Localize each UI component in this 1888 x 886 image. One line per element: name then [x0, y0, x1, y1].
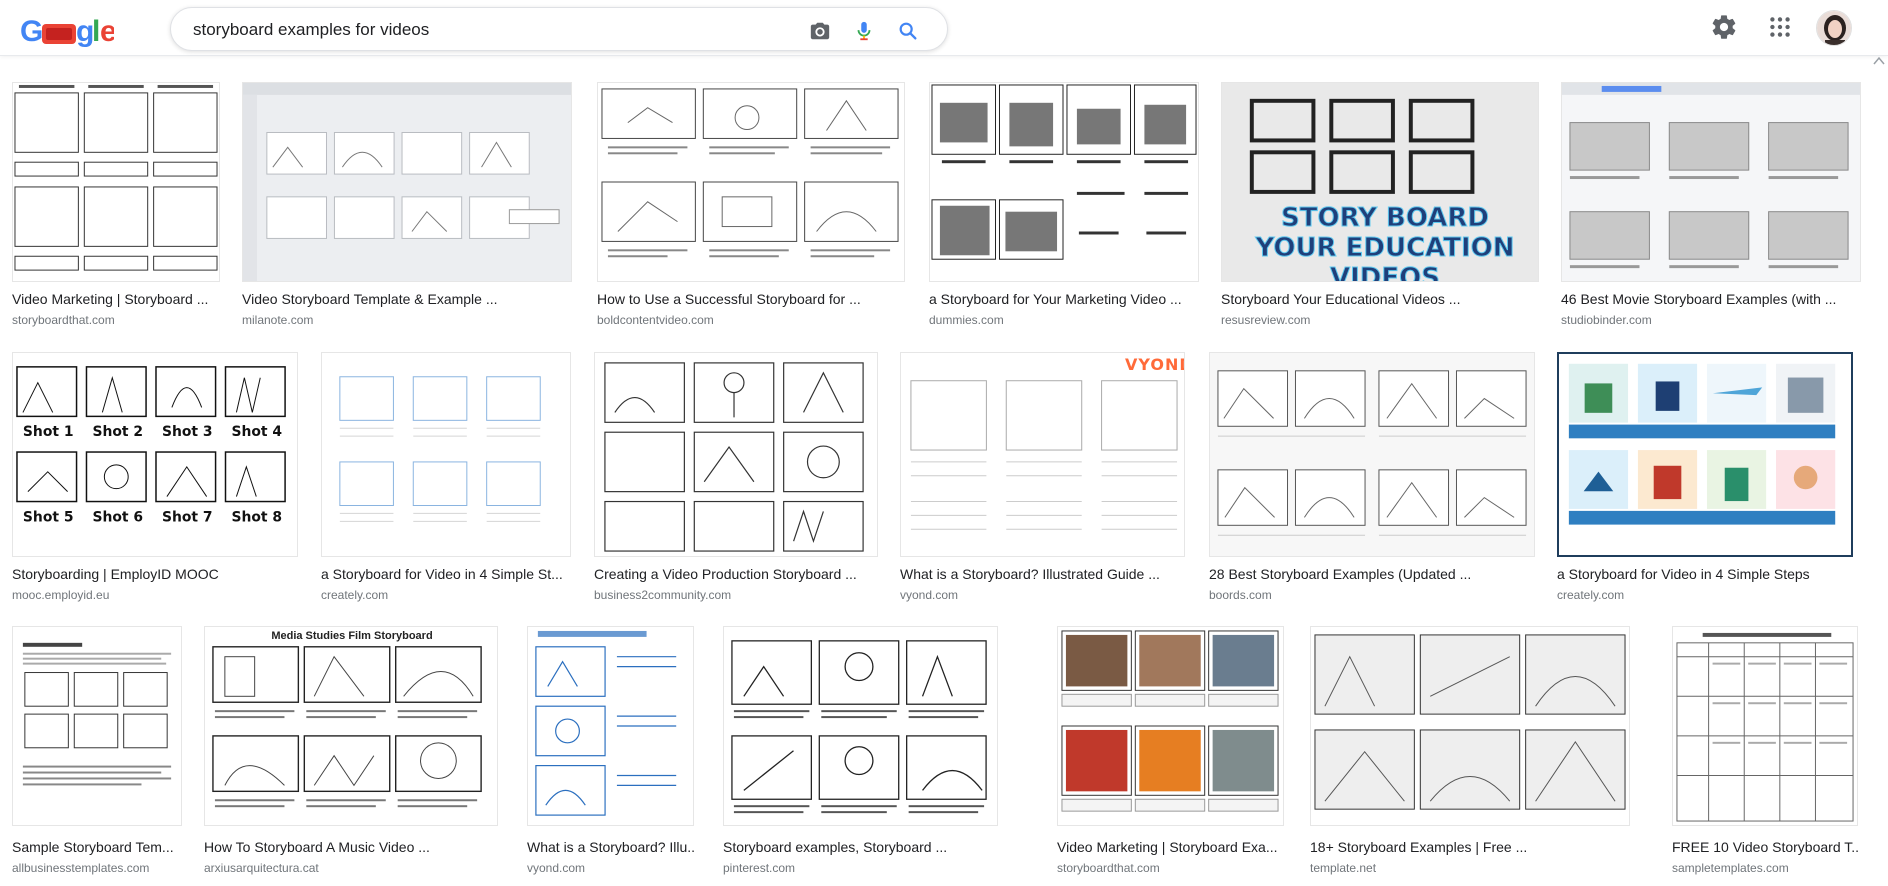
- image-result[interactable]: VYOND What is a Storyboard? Illustrated …: [900, 352, 1185, 602]
- result-thumbnail[interactable]: [242, 82, 572, 282]
- result-source[interactable]: sampletemplates.com: [1672, 860, 1789, 876]
- result-thumbnail[interactable]: [1557, 352, 1853, 557]
- result-thumbnail[interactable]: [12, 626, 182, 826]
- image-result[interactable]: Shot 1 Shot 2 Shot 3 Shot 4 Shot 5 Shot 6 Sho…: [12, 352, 298, 602]
- result-title[interactable]: What is a Storyboard? Illustrated Guide …: [900, 565, 1185, 583]
- result-thumbnail[interactable]: [1057, 626, 1284, 826]
- result-source[interactable]: arxiusarquitectura.cat: [204, 860, 319, 876]
- result-title[interactable]: a Storyboard for Video in 4 Simple St...: [321, 565, 571, 583]
- svg-text:Shot 4: Shot 4: [231, 424, 282, 440]
- result-source[interactable]: storyboardthat.com: [1057, 860, 1160, 876]
- image-result[interactable]: 18+ Storyboard Examples | Free ... templ…: [1310, 626, 1630, 881]
- result-thumbnail[interactable]: [1672, 626, 1858, 826]
- result-title[interactable]: Video Marketing | Storyboard ...: [12, 290, 220, 308]
- result-thumbnail[interactable]: VYOND: [900, 352, 1185, 557]
- result-title[interactable]: Creating a Video Production Storyboard .…: [594, 565, 878, 583]
- result-thumbnail[interactable]: [723, 626, 998, 826]
- result-source[interactable]: vyond.com: [900, 587, 958, 603]
- result-thumbnail[interactable]: [1209, 352, 1535, 557]
- result-title[interactable]: Storyboard Your Educational Videos ...: [1221, 290, 1539, 308]
- thumbnail-caption: Media Studies Film Storyboard: [271, 630, 433, 642]
- result-source[interactable]: storyboardthat.com: [12, 312, 115, 328]
- result-source[interactable]: milanote.com: [242, 312, 313, 328]
- result-thumbnail[interactable]: [597, 82, 905, 282]
- image-result[interactable]: FREE 10 Video Storyboard T... sampletemp…: [1672, 626, 1858, 881]
- image-result[interactable]: Media Studies Film Storyboard How To Sto…: [204, 626, 498, 881]
- result-source[interactable]: vyond.com: [527, 860, 585, 876]
- result-source[interactable]: mooc.employid.eu: [12, 587, 109, 603]
- image-result[interactable]: 46 Best Movie Storyboard Examples (with …: [1561, 82, 1861, 332]
- result-thumbnail[interactable]: [321, 352, 571, 557]
- svg-text:Shot 8: Shot 8: [231, 509, 282, 525]
- result-source[interactable]: resusreview.com: [1221, 312, 1310, 328]
- result-title[interactable]: FREE 10 Video Storyboard T...: [1672, 838, 1858, 856]
- image-result[interactable]: Sample Storyboard Tem... allbusinesstemp…: [12, 626, 182, 881]
- image-result[interactable]: Video Marketing | Storyboard Exa... stor…: [1057, 626, 1284, 881]
- result-title[interactable]: a Storyboard for Your Marketing Video ..…: [929, 290, 1199, 308]
- svg-text:Shot 7: Shot 7: [162, 509, 213, 525]
- result-source[interactable]: creately.com: [321, 587, 388, 603]
- result-title[interactable]: Storyboard examples, Storyboard ...: [723, 838, 998, 856]
- result-source[interactable]: boords.com: [1209, 587, 1272, 603]
- result-source[interactable]: pinterest.com: [723, 860, 795, 876]
- image-result[interactable]: a Storyboard for Your Marketing Video ..…: [929, 82, 1199, 332]
- image-result[interactable]: 28 Best Storyboard Examples (Updated ...…: [1209, 352, 1535, 602]
- result-title[interactable]: Video Storyboard Template & Example ...: [242, 290, 572, 308]
- result-source[interactable]: business2community.com: [594, 587, 731, 603]
- svg-text:Shot 5: Shot 5: [23, 509, 74, 525]
- result-source[interactable]: allbusinesstemplates.com: [12, 860, 149, 876]
- result-thumbnail[interactable]: [1561, 82, 1861, 282]
- result-thumbnail[interactable]: [12, 82, 220, 282]
- image-result[interactable]: Creating a Video Production Storyboard .…: [594, 352, 878, 602]
- result-title[interactable]: What is a Storyboard? Illu...: [527, 838, 694, 856]
- image-result[interactable]: a Storyboard for Video in 4 Simple St...…: [321, 352, 571, 602]
- image-result[interactable]: a Storyboard for Video in 4 Simple Steps…: [1557, 352, 1853, 602]
- result-thumbnail[interactable]: Media Studies Film Storyboard: [204, 626, 498, 826]
- svg-text:Shot 3: Shot 3: [162, 424, 213, 440]
- thumbnail-caption: VYOND: [1125, 355, 1184, 374]
- svg-text:Shot 2: Shot 2: [92, 424, 143, 440]
- image-result[interactable]: Storyboard examples, Storyboard ... pint…: [723, 626, 998, 881]
- result-thumbnail[interactable]: STORY BOARD YOUR EDUCATION VIDEOS: [1221, 82, 1539, 282]
- result-source[interactable]: template.net: [1310, 860, 1376, 876]
- image-result[interactable]: Video Storyboard Template & Example ... …: [242, 82, 572, 332]
- svg-text:Shot 6: Shot 6: [92, 509, 143, 525]
- result-thumbnail[interactable]: Shot 1 Shot 2 Shot 3 Shot 4 Shot 5 Shot 6 Sho…: [12, 352, 298, 557]
- result-source[interactable]: creately.com: [1557, 587, 1624, 603]
- result-title[interactable]: Sample Storyboard Tem...: [12, 838, 182, 856]
- result-title[interactable]: a Storyboard for Video in 4 Simple Steps: [1557, 565, 1853, 583]
- result-title[interactable]: How To Storyboard A Music Video ...: [204, 838, 498, 856]
- result-title[interactable]: Storyboarding | EmployID MOOC: [12, 565, 298, 583]
- image-results-grid: Video Marketing | Storyboard ... storybo…: [0, 0, 1888, 886]
- image-result[interactable]: How to Use a Successful Storyboard for .…: [597, 82, 905, 332]
- result-source[interactable]: studiobinder.com: [1561, 312, 1652, 328]
- result-title[interactable]: 18+ Storyboard Examples | Free ...: [1310, 838, 1630, 856]
- result-thumbnail[interactable]: [929, 82, 1199, 282]
- result-thumbnail[interactable]: [527, 626, 694, 826]
- result-source[interactable]: dummies.com: [929, 312, 1004, 328]
- result-thumbnail[interactable]: [1310, 626, 1630, 826]
- image-result[interactable]: Video Marketing | Storyboard ... storybo…: [12, 82, 220, 332]
- image-result[interactable]: What is a Storyboard? Illu... vyond.com: [527, 626, 694, 881]
- result-title[interactable]: How to Use a Successful Storyboard for .…: [597, 290, 905, 308]
- image-result[interactable]: STORY BOARD YOUR EDUCATION VIDEOS Storyb…: [1221, 82, 1539, 332]
- result-source[interactable]: boldcontentvideo.com: [597, 312, 714, 328]
- result-title[interactable]: 28 Best Storyboard Examples (Updated ...: [1209, 565, 1535, 583]
- svg-text:Shot 1: Shot 1: [23, 424, 74, 440]
- result-thumbnail[interactable]: [594, 352, 878, 557]
- thumbnail-caption: STORY BOARD YOUR EDUCATION VIDEOS: [1255, 203, 1515, 282]
- result-title[interactable]: Video Marketing | Storyboard Exa...: [1057, 838, 1284, 856]
- result-title[interactable]: 46 Best Movie Storyboard Examples (with …: [1561, 290, 1861, 308]
